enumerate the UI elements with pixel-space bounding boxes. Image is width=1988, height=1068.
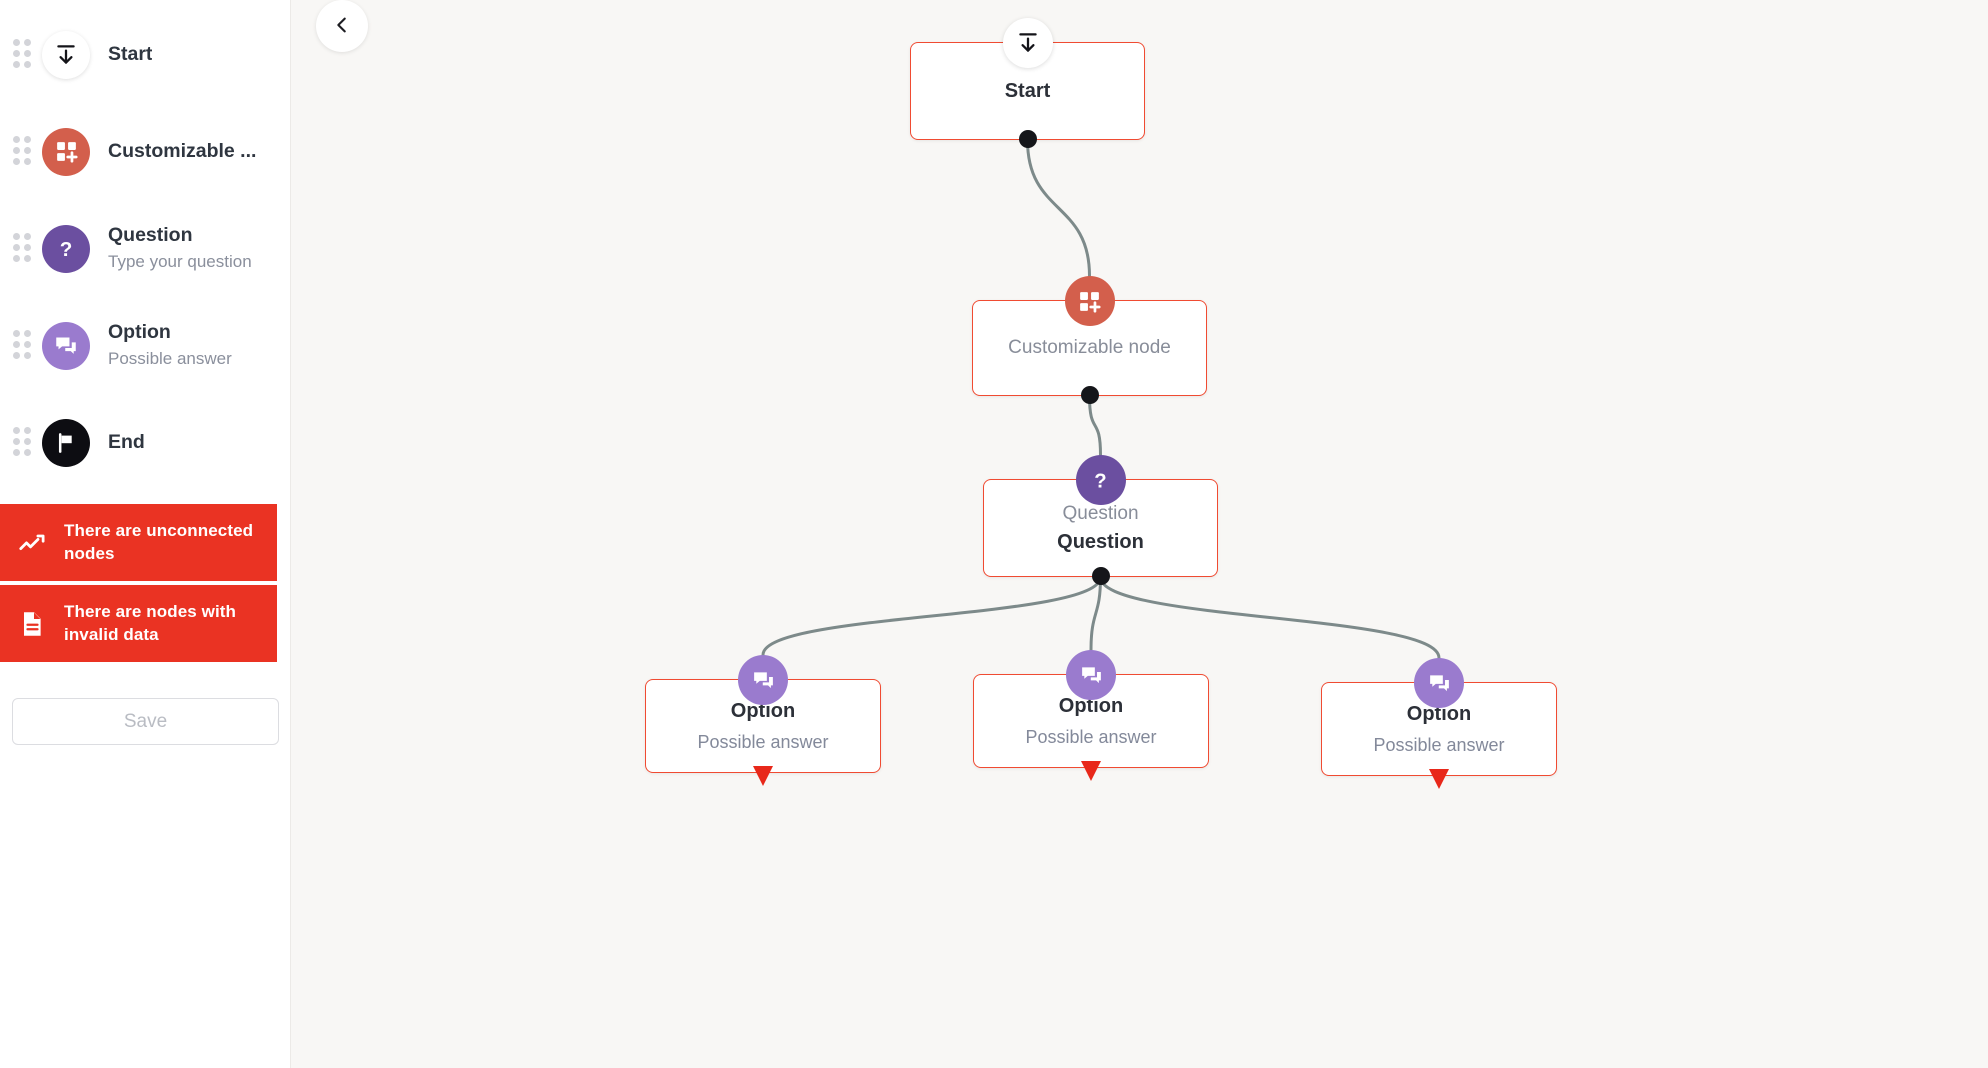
alert-unconnected-nodes: There are unconnected nodes [0,504,277,582]
svg-text:?: ? [60,237,73,260]
palette-item-title: Question [108,224,193,247]
flow-node-value: Question [1057,530,1144,553]
drag-handle-icon[interactable] [12,329,34,363]
flow-edge-custom-to-question[interactable] [1088,394,1102,457]
alert-invalid-data: There are nodes with invalid data [0,585,277,663]
chat-bubbles-icon [1066,650,1116,700]
trending-up-icon [0,528,64,558]
flow-node-type-label: Question [1062,503,1139,525]
chat-bubbles-icon [1414,658,1464,708]
flow-node-option-3[interactable]: Option Possible answer [1321,658,1557,776]
drag-handle-icon[interactable] [12,135,34,169]
flow-node-option-1[interactable]: Option Possible answer [645,655,881,773]
grid-plus-icon [1064,276,1115,326]
drag-handle-icon[interactable] [12,38,34,72]
arrow-down-to-line-icon [1002,18,1053,68]
flow-edge-question-to-opt1[interactable] [761,575,1102,657]
flow-node-subtitle: Possible answer [1025,726,1157,747]
drag-handle-icon[interactable] [12,426,34,460]
flow-edge-start-to-custom[interactable] [1026,138,1091,278]
arrow-down-to-line-icon [42,30,90,79]
question-mark-icon: ? [42,224,90,273]
alert-text: There are nodes with invalid data [64,602,237,644]
save-button[interactable]: Save [12,698,279,746]
node-output-handle[interactable] [1018,130,1037,148]
palette-item-subtitle: Type your question [108,251,252,271]
flow-node-customizable[interactable]: Customizable node [972,276,1207,404]
node-output-handle[interactable] [1080,386,1099,404]
node-output-handle[interactable] [1081,761,1101,781]
node-output-handle[interactable] [753,766,773,786]
drag-handle-icon[interactable] [12,232,34,266]
flow-node-title: Start [1004,80,1051,102]
palette-item-subtitle: Possible answer [108,348,232,368]
flow-node-subtitle: Possible answer [697,731,829,752]
palette-item-title: Option [108,321,171,344]
palette-item-start[interactable]: Start [0,6,290,103]
palette-item-title: Customizable ... [108,139,257,162]
node-palette-sidebar: Start Customizable ... ? Question Type y… [0,0,290,1068]
flow-canvas[interactable]: Start Customizable node? Question Question O… [290,0,1988,1068]
flow-node-question[interactable]: ? Question Question [983,455,1218,585]
flow-node-placeholder: Customizable node [1008,337,1171,359]
flow-node-start[interactable]: Start [910,18,1145,148]
flow-builder-app: Start Customizable ... ? Question Type y… [0,0,1988,1068]
document-icon [0,609,64,639]
question-mark-icon: ? [1075,455,1126,505]
flow-edge-question-to-opt3[interactable] [1099,575,1441,660]
node-output-handle[interactable] [1091,567,1110,585]
alert-text: There are unconnected nodes [64,521,254,563]
svg-text:?: ? [1094,470,1106,492]
palette-item-question[interactable]: ? Question Type your question [0,200,290,297]
palette-item-customizable[interactable]: Customizable ... [0,103,290,200]
chat-bubbles-icon [738,655,788,705]
chevron-left-icon [331,14,353,39]
grid-plus-icon [42,127,90,176]
chat-bubbles-icon [42,321,90,370]
palette-item-title: End [108,430,145,453]
back-button[interactable] [316,0,368,52]
flag-icon [42,418,90,467]
flow-node-subtitle: Possible answer [1373,734,1505,755]
palette-item-end[interactable]: End [0,394,290,491]
palette-item-option[interactable]: Option Possible answer [0,297,290,394]
validation-alerts: There are unconnected nodes There are no… [0,504,290,663]
flow-node-option-2[interactable]: Option Possible answer [973,650,1209,768]
palette-item-title: Start [108,42,153,65]
node-output-handle[interactable] [1429,769,1449,789]
